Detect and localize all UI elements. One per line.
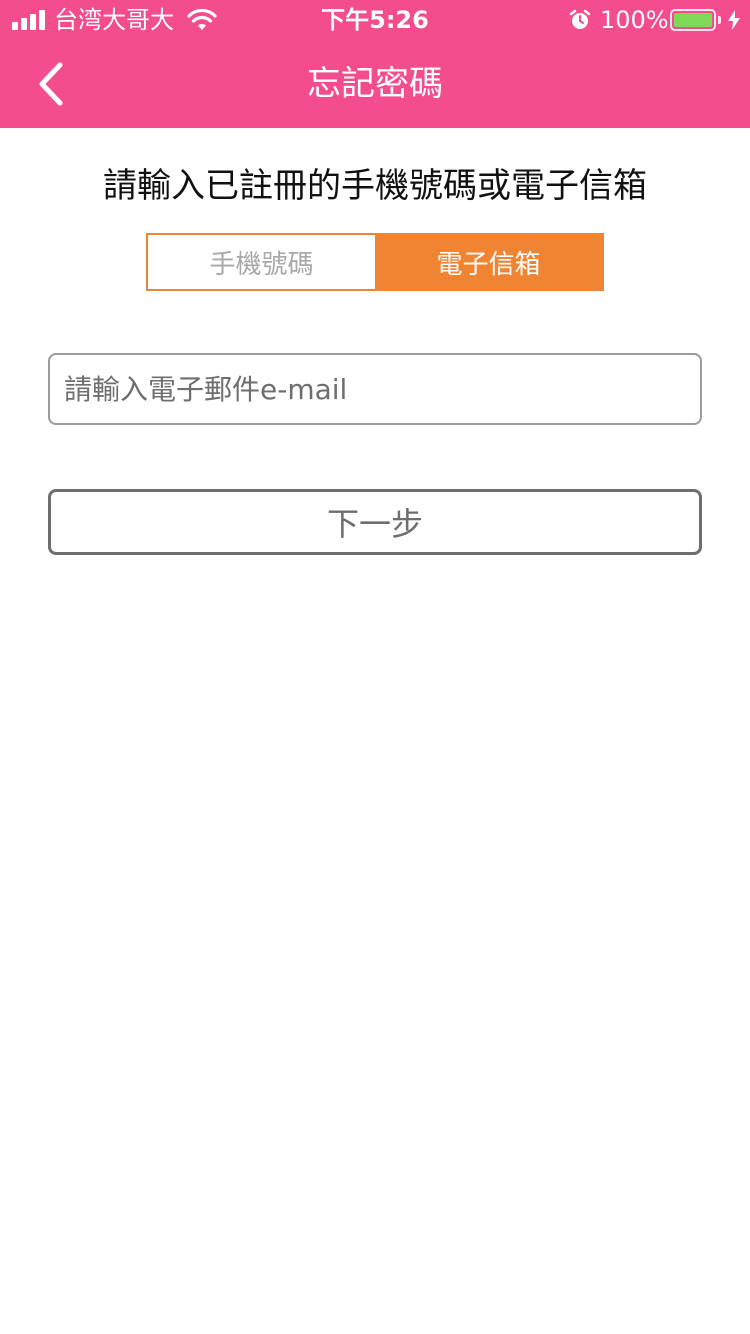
nav-bar: 忘記密碼 [0, 40, 750, 128]
battery-cap [718, 16, 721, 24]
battery-icon [670, 9, 716, 31]
tab-phone-number[interactable]: 手機號碼 [148, 235, 375, 289]
forgot-password-screen: 台湾大哥大 下午5:26 100% 忘記密碼 請輸入已註冊的手機號碼或電子信箱 … [0, 0, 750, 1334]
contact-type-segmented-control: 手機號碼 電子信箱 [146, 233, 604, 291]
email-input[interactable] [48, 353, 702, 425]
header: 台湾大哥大 下午5:26 100% 忘記密碼 [0, 0, 750, 128]
page-title: 忘記密碼 [307, 64, 443, 104]
tab-email[interactable]: 電子信箱 [375, 235, 602, 289]
instruction-text: 請輸入已註冊的手機號碼或電子信箱 [103, 166, 647, 206]
charging-icon [728, 10, 740, 30]
battery-percent: 100% [600, 6, 669, 34]
battery-level-fill [674, 13, 712, 27]
next-button[interactable]: 下一步 [48, 489, 702, 555]
alarm-icon [569, 9, 591, 29]
status-bar: 台湾大哥大 下午5:26 100% [0, 0, 750, 40]
